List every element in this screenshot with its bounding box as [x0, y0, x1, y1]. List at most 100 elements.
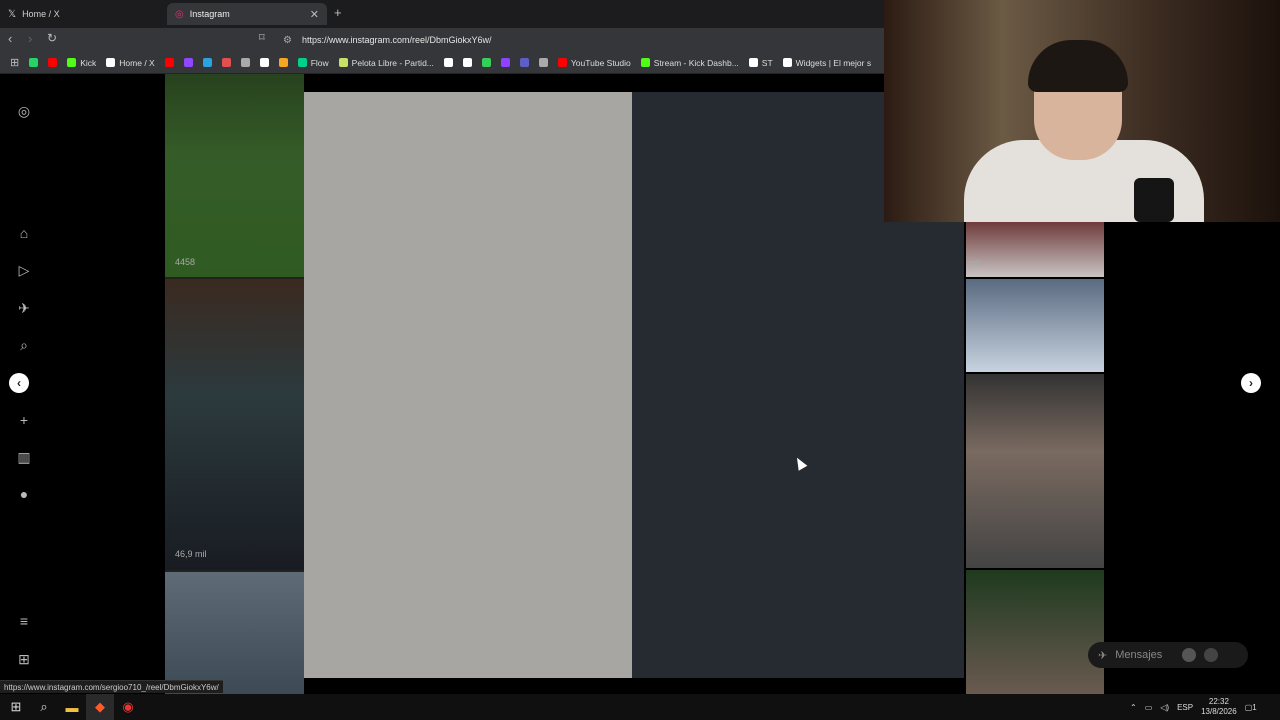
bookmark-app[interactable] [275, 58, 292, 67]
bookmarks-bar: ⊞ Kick Home / X Flow Pelota Libre - Partid.… [0, 52, 884, 74]
tab-home-x[interactable]: 𝕏 Home / X [0, 3, 165, 25]
avatar [1182, 648, 1197, 662]
bookmark-label: Widgets | El mejor s [795, 57, 872, 68]
apps-icon[interactable]: ⊞ [12, 647, 36, 671]
twitch-icon [183, 58, 193, 67]
forward-arrow-icon[interactable]: › [28, 31, 32, 46]
back-arrow-icon[interactable]: ‹ [8, 31, 12, 46]
bookmark-label: Stream - Kick Dashb... [653, 57, 739, 68]
reload-icon[interactable]: ↻ [47, 31, 57, 45]
bookmark-x-box[interactable] [256, 58, 273, 67]
kick-icon [67, 58, 77, 67]
language-indicator[interactable]: ESP [1177, 703, 1193, 712]
address-bar[interactable]: ⚙ https://www.instagram.com/reel/DbmGiok… [283, 31, 883, 49]
apps-grid-icon[interactable]: ⊞ [6, 56, 23, 69]
windows-taskbar: ⊞ ⌕ ▬ ◆ ◉ [0, 694, 1280, 720]
app-icon [519, 58, 529, 67]
messages-button[interactable]: ✈ Mensajes [1088, 642, 1248, 668]
network-icon[interactable]: ▭ [1145, 703, 1153, 712]
x-logo-icon [106, 58, 116, 67]
bookmark-label: Pelota Libre - Partid... [351, 57, 434, 68]
person-hair [1028, 40, 1128, 92]
site-info-icon[interactable]: ⚙ [283, 35, 292, 46]
bookmark-pelota-libre-partid[interactable]: Pelota Libre - Partid... [335, 58, 438, 68]
x-box-icon [259, 58, 269, 67]
new-tab-button[interactable]: + [334, 5, 342, 20]
search-icon[interactable]: ⌕ [30, 694, 58, 720]
bookmark-app[interactable] [497, 58, 514, 67]
previous-reel-button[interactable]: ‹ [9, 373, 29, 393]
bookmark-kick[interactable]: Kick [63, 58, 100, 68]
bookmark-recycle[interactable] [478, 58, 495, 67]
dashboard-icon[interactable]: ▥ [12, 445, 36, 469]
bookmark-icon[interactable]: ⌑ [259, 31, 265, 44]
notification-count: 1 [1252, 702, 1257, 712]
bookmark-diamond[interactable] [440, 58, 457, 67]
bookmark-twitch[interactable] [180, 58, 197, 67]
reel-comments-panel [632, 92, 884, 678]
diamond-icon [782, 58, 792, 67]
bookmark-whatsapp[interactable] [25, 58, 42, 67]
create-icon[interactable]: + [12, 408, 36, 432]
bookmark-stream-kick-dashb[interactable]: Stream - Kick Dashb... [637, 58, 743, 68]
tab-instagram[interactable]: ◎ Instagram ✕ [167, 3, 327, 25]
bookmark-youtube[interactable] [161, 58, 178, 67]
youtube-icon [48, 58, 58, 67]
bookmark-flow[interactable]: Flow [294, 58, 333, 68]
view-count: mil [968, 258, 980, 268]
tab-label: Instagram [189, 9, 230, 19]
reel-thumbnail[interactable]: mil [966, 222, 1104, 277]
next-reel-button[interactable]: › [1241, 373, 1261, 393]
reel-thumbnail[interactable] [966, 279, 1104, 372]
notifications-icon[interactable]: ▢1 [1245, 703, 1257, 712]
bookmark-app[interactable] [516, 58, 533, 67]
reel-thumbnail[interactable] [165, 572, 304, 694]
bookmark-globe[interactable] [535, 58, 552, 67]
chevron-up-icon[interactable]: ⌃ [1130, 703, 1137, 712]
bookmark-label: Kick [80, 57, 97, 68]
reel-thumbnail[interactable]: 4458 [165, 74, 304, 277]
app-icon[interactable]: ◉ [114, 694, 142, 720]
close-tab-icon[interactable]: ✕ [310, 8, 319, 21]
time: 22:32 [1208, 697, 1229, 706]
direct-icon: ✈ [1098, 649, 1108, 662]
youtube-icon [557, 58, 567, 67]
reel-thumbnail[interactable] [966, 570, 1104, 694]
left-reels-column: 4458 46,9 mil [165, 74, 304, 694]
bookmark-streamlabs[interactable] [218, 58, 235, 67]
tab-bar: 𝕏 Home / X ◎ Instagram ✕ + [0, 0, 884, 28]
bookmark-youtube-studio[interactable]: YouTube Studio [554, 58, 635, 68]
menu-icon[interactable]: ≡ [12, 609, 36, 633]
brave-browser-icon[interactable]: ◆ [86, 694, 114, 720]
reel-video-player[interactable] [304, 92, 632, 678]
youtube-icon [164, 58, 174, 67]
bookmark-st[interactable]: ST [745, 58, 777, 68]
profile-icon[interactable]: ● [12, 482, 36, 506]
direct-icon[interactable]: ✈ [12, 296, 36, 320]
bookmark-telegram[interactable] [199, 58, 216, 67]
windows-start-icon[interactable]: ⊞ [2, 694, 30, 720]
kick-icon [640, 58, 650, 67]
reels-icon[interactable]: ▷ [12, 258, 36, 282]
bookmark-label: Flow [310, 57, 329, 68]
search-icon[interactable]: ⌕ [12, 333, 36, 357]
instagram-icon[interactable]: ◎ [12, 99, 36, 123]
bookmark-gear[interactable] [459, 58, 476, 67]
bookmark-home-x[interactable]: Home / X [102, 58, 158, 68]
webcam-overlay [884, 0, 1280, 222]
app-icon [278, 58, 288, 67]
reel-thumbnail[interactable]: 46,9 mil [165, 279, 304, 570]
file-explorer-icon[interactable]: ▬ [58, 694, 86, 720]
volume-icon[interactable]: ◁) [1160, 703, 1169, 712]
globe-icon [240, 58, 250, 67]
diamond-icon [443, 58, 453, 67]
page-icon [338, 58, 348, 67]
bookmark-youtube[interactable] [44, 58, 61, 67]
x-logo-icon: 𝕏 [8, 8, 17, 20]
bookmark-widgets-el-mejor-s[interactable]: Widgets | El mejor s [779, 58, 875, 68]
bookmark-globe[interactable] [237, 58, 254, 67]
clock[interactable]: 22:32 13/8/2026 [1201, 697, 1237, 717]
reel-thumbnail[interactable] [966, 374, 1104, 568]
bookmark-label: YouTube Studio [570, 57, 631, 68]
home-icon[interactable]: ⌂ [12, 221, 36, 245]
